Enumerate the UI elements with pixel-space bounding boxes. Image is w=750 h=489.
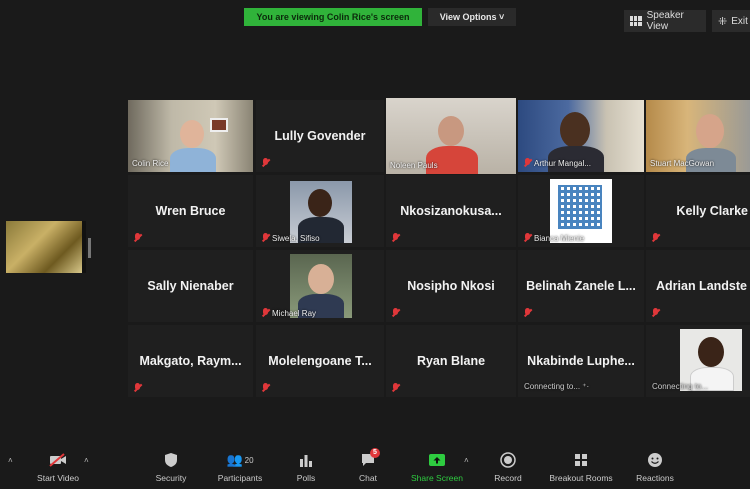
breakout-rooms-icon	[544, 450, 618, 470]
share-screen-label: Share Screen	[411, 473, 463, 483]
video-tile-molelengoane[interactable]: Molelengoane T...	[256, 325, 384, 397]
record-button[interactable]: Record	[488, 450, 528, 483]
video-tile-stuart-macgowan[interactable]: Stuart MacGowan	[646, 100, 750, 172]
video-tile-arthur-mangal[interactable]: Arthur Mangal...	[518, 100, 644, 172]
participant-name: Makgato, Raym...	[139, 354, 242, 368]
video-tile-nkosizanokusa[interactable]: Nkosizanokusa...	[386, 175, 516, 247]
start-video-button[interactable]: Start Video	[30, 450, 86, 483]
muted-mic-icon	[523, 308, 533, 318]
video-tile-michael-ray[interactable]: Michael Ray	[256, 250, 384, 322]
thumbnail-resize-handle[interactable]	[88, 238, 91, 258]
meeting-toolbar: ˄ Start Video ˄ Security 👥 20 Participan…	[0, 440, 750, 489]
participant-name: Molelengoane T...	[268, 354, 372, 368]
participant-name: Bianca Mienie	[534, 234, 585, 243]
participant-name: Nosipho Nkosi	[407, 279, 495, 293]
chat-button[interactable]: 5 Chat	[348, 448, 388, 483]
participants-label: Participants	[217, 473, 263, 483]
muted-mic-icon	[523, 158, 533, 168]
participant-name: Stuart MacGowan	[650, 159, 715, 168]
video-tile-siwela-sifiso[interactable]: Siwela, Sifiso	[256, 175, 384, 247]
record-label: Record	[494, 473, 522, 483]
video-tile-bianca-mienie[interactable]: Bianca Mienie	[518, 175, 644, 247]
muted-mic-icon	[261, 383, 271, 393]
muted-mic-icon	[391, 233, 401, 243]
chat-icon: 5	[348, 448, 388, 470]
polls-button[interactable]: Polls	[286, 450, 326, 483]
muted-mic-icon	[261, 233, 271, 243]
video-tile-nkabinde-luphe[interactable]: Nkabinde Luphe... Connecting to... ⁺·	[518, 325, 644, 397]
reactions-label: Reactions	[636, 473, 674, 483]
breakout-rooms-label: Breakout Rooms	[549, 473, 613, 483]
participants-count: 20	[244, 455, 254, 465]
participant-name: Michael Ray	[272, 309, 317, 318]
participants-icon: 👥	[226, 452, 243, 467]
speaker-view-button[interactable]: Speaker View	[624, 10, 706, 32]
video-tile-belinah-zanele[interactable]: Belinah Zanele L...	[518, 250, 644, 322]
muted-mic-icon	[523, 233, 533, 243]
video-tile-connecting[interactable]: Connecting to...	[646, 325, 750, 397]
breakout-rooms-button[interactable]: Breakout Rooms	[544, 450, 618, 483]
bar-chart-icon	[286, 450, 326, 470]
muted-mic-icon	[261, 158, 271, 168]
video-tile-lully-govender[interactable]: Lully Govender	[256, 100, 384, 172]
share-screen-button[interactable]: Share Screen	[406, 450, 468, 483]
participant-name: Adrian Landste	[656, 279, 747, 293]
muted-mic-icon	[133, 383, 143, 393]
video-tile-ryan-blane[interactable]: Ryan Blane	[386, 325, 516, 397]
speaker-view-label: Speaker View	[646, 10, 684, 32]
chat-unread-badge: 5	[370, 448, 380, 458]
video-tile-makgato-raym[interactable]: Makgato, Raym...	[128, 325, 253, 397]
participant-name: Nkosizanokusa...	[400, 204, 502, 218]
participant-name: Wren Bruce	[155, 204, 226, 218]
security-button[interactable]: Security	[148, 450, 194, 483]
video-tile-sally-nienaber[interactable]: Sally Nienaber	[128, 250, 253, 322]
video-tile-colin-rice[interactable]: Colin Rice	[128, 100, 253, 172]
participant-name: Arthur Mangal...	[534, 159, 591, 168]
participant-name: Nkabinde Luphe...	[527, 354, 635, 368]
connecting-status: Connecting to... ⁺·	[524, 382, 590, 391]
participant-name: Ryan Blane	[416, 354, 486, 368]
muted-mic-icon	[261, 308, 271, 318]
reactions-button[interactable]: Reactions	[630, 450, 680, 483]
video-tile-kelly-clarke[interactable]: Kelly Clarke	[646, 175, 750, 247]
start-video-label: Start Video	[37, 473, 79, 483]
chat-label: Chat	[359, 473, 377, 483]
video-tile-nosipho-nkosi[interactable]: Nosipho Nkosi	[386, 250, 516, 322]
video-off-icon	[30, 450, 86, 470]
participant-name: Belinah Zanele L...	[526, 279, 636, 293]
muted-mic-icon	[391, 383, 401, 393]
exit-label: Exit	[731, 15, 748, 27]
exit-fullscreen-button[interactable]: ⁜ Exit	[712, 10, 750, 32]
share-screen-icon	[406, 450, 468, 470]
view-options-button[interactable]: View Options ˅	[428, 8, 516, 26]
exit-fullscreen-icon: ⁜	[718, 15, 728, 28]
connecting-status: Connecting to...	[652, 382, 709, 391]
polls-label: Polls	[296, 473, 316, 483]
video-options-caret[interactable]: ˄	[84, 456, 89, 465]
participant-name: Colin Rice	[132, 159, 169, 168]
muted-mic-icon	[651, 233, 661, 243]
participant-name: Noleen Pauls	[390, 161, 438, 170]
participant-name: Sally Nienaber	[147, 279, 234, 293]
participant-name: Siwela, Sifiso	[272, 234, 320, 243]
speaker-view-icon	[630, 16, 642, 26]
muted-mic-icon	[651, 308, 661, 318]
participant-name: Lully Govender	[274, 129, 366, 143]
video-tile-adrian-landste[interactable]: Adrian Landste	[646, 250, 750, 322]
share-options-caret[interactable]: ˄	[464, 456, 469, 465]
video-tile-wren-bruce[interactable]: Wren Bruce	[128, 175, 253, 247]
shared-screen-thumbnail[interactable]	[6, 221, 86, 273]
shield-icon	[148, 450, 194, 470]
video-tile-noleen-pauls[interactable]: Noleen Pauls	[386, 98, 516, 174]
security-label: Security	[155, 473, 187, 483]
participant-name: Kelly Clarke	[676, 204, 748, 218]
record-icon	[488, 450, 528, 470]
smiley-icon	[630, 450, 680, 470]
audio-options-caret[interactable]: ˄	[8, 456, 13, 465]
viewing-screen-banner: You are viewing Colin Rice's screen	[244, 8, 422, 26]
muted-mic-icon	[391, 308, 401, 318]
muted-mic-icon	[133, 233, 143, 243]
participants-button[interactable]: 👥 20 Participants	[210, 450, 270, 483]
